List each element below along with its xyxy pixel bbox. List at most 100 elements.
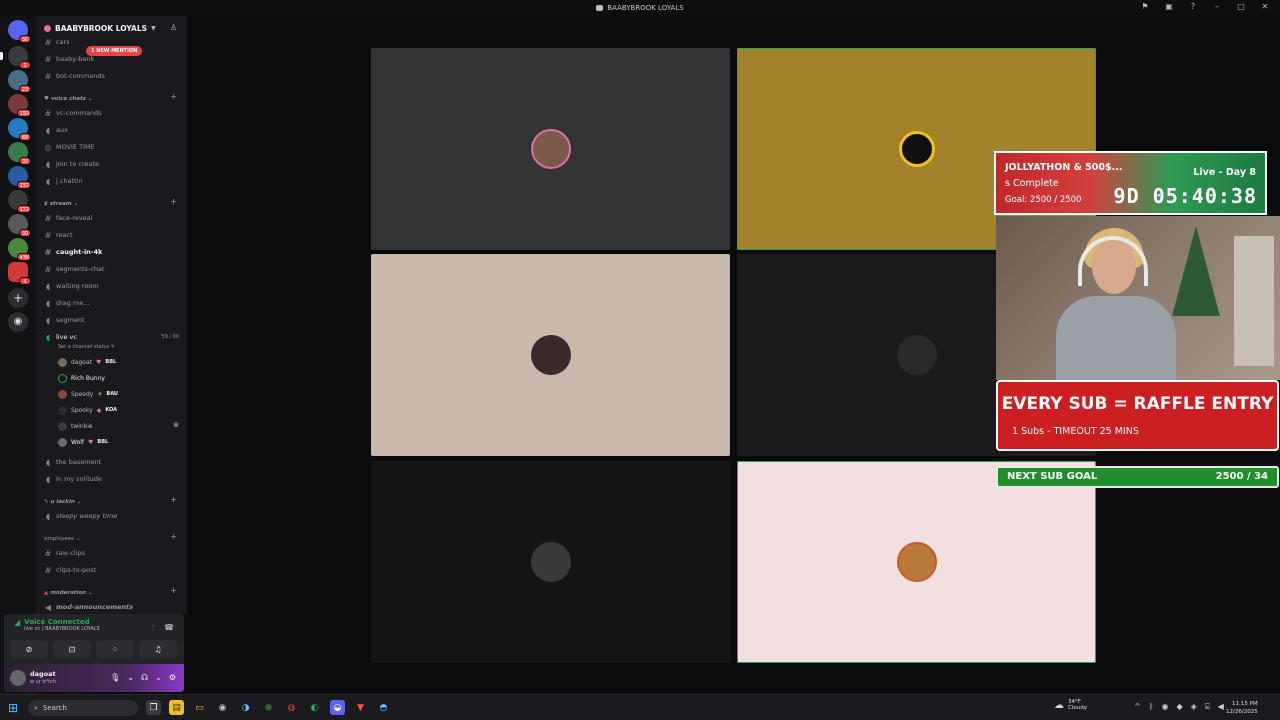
vc-member[interactable]: Spooky ◆ KOA — [58, 404, 117, 416]
brave-icon[interactable]: ▼ — [353, 700, 368, 715]
channel-drag-me[interactable]: ◖ drag me... — [44, 297, 90, 309]
bluetooth-icon[interactable]: ᛒ — [1149, 702, 1154, 712]
voice-connection-status[interactable]: ◢ Voice Connected live vc / BAABYBROOK L… — [14, 618, 100, 632]
help-icon[interactable]: ? — [1188, 2, 1198, 11]
channel-waiting-room[interactable]: ◖ waiting room — [44, 280, 99, 292]
camera-off-button[interactable]: ⊘ — [10, 640, 48, 658]
close-icon[interactable]: ✕ — [1260, 2, 1270, 11]
server-icon[interactable]: 88 — [8, 118, 31, 141]
video-tile[interactable] — [371, 461, 730, 663]
video-tile[interactable] — [737, 461, 1096, 663]
taskbar-search[interactable]: ⌕ Search — [28, 700, 138, 716]
server-icon[interactable]: 193 — [8, 94, 31, 117]
clock[interactable]: 11:15 PM 12/26/2025 — [1226, 700, 1258, 716]
server-icon[interactable]: 30 — [8, 214, 31, 237]
channel-j-chattin[interactable]: ◖ j chattin — [44, 175, 83, 187]
channel-clips-to-post[interactable]: # clips-to-post — [44, 564, 96, 576]
settings-gear-icon[interactable]: ⚙ — [169, 673, 176, 682]
channel-vc-commands[interactable]: # vc-commands — [44, 107, 102, 119]
channel-caught-in-4k[interactable]: # caught-in-4k — [44, 246, 103, 258]
nvidia-icon[interactable]: ◆ — [1177, 702, 1183, 712]
spotify-icon[interactable]: ◐ — [307, 700, 322, 715]
activities-button[interactable]: ⁘ — [96, 640, 134, 658]
server-icon[interactable]: 35 — [8, 142, 31, 165]
vc-member[interactable]: Rich Bunny — [58, 372, 105, 384]
disconnect-icon[interactable]: ☎ — [164, 623, 174, 633]
server-icon[interactable]: 23 — [8, 70, 31, 93]
screen-icon[interactable]: ▣ — [1164, 2, 1174, 11]
add-channel-icon[interactable]: + — [170, 532, 177, 541]
category-stream[interactable]: $ stream ⌄ — [44, 199, 78, 209]
steam-icon[interactable]: ◑ — [238, 700, 253, 715]
add-channel-icon[interactable]: + — [170, 586, 177, 595]
category-moderation[interactable]: ▲ moderation ⌄ — [44, 588, 93, 598]
vc-member[interactable]: twinkie — [58, 420, 93, 432]
chevron-up-icon[interactable]: ^ — [1134, 702, 1141, 712]
channel-join-to-create[interactable]: ◖ join to create — [44, 158, 99, 170]
category-voice-chats[interactable]: ♥ voice chats ⌄ — [44, 94, 93, 104]
tray-app-icon[interactable]: ◈ — [1191, 702, 1197, 712]
direct-messages-button[interactable]: 36 — [8, 20, 31, 43]
volume-icon[interactable]: ◀ — [1218, 702, 1224, 712]
channel-react[interactable]: # react — [44, 229, 73, 241]
screen-share-button[interactable]: ⊡ — [53, 640, 91, 658]
obs-icon[interactable]: ◉ — [215, 700, 230, 715]
category-employees[interactable]: employees ⌄ — [44, 534, 81, 544]
folder-icon[interactable]: ▭ — [192, 700, 207, 715]
microphone-icon[interactable]: 🎙 — [110, 673, 120, 682]
channel-cars[interactable]: # cars — [44, 36, 70, 48]
soundboard-button[interactable]: ♫ — [139, 640, 177, 658]
inbox-icon[interactable]: ⚑ — [1140, 2, 1150, 11]
xbox-icon: ⊗ — [173, 421, 179, 429]
discover-icon[interactable]: ◉ — [8, 312, 28, 332]
channel-live-vc[interactable]: ◖ live vc — [44, 331, 77, 343]
channel-aux[interactable]: ◖ aux — [44, 124, 68, 136]
steam-icon[interactable]: ◓ — [376, 700, 391, 715]
server-icon[interactable]: 1 — [8, 46, 31, 69]
avatar[interactable] — [10, 670, 26, 686]
chevron-down-icon[interactable]: ⌄ — [155, 673, 162, 682]
video-tile[interactable] — [371, 254, 730, 456]
task-view-icon[interactable]: ❐ — [146, 700, 161, 715]
server-icon[interactable]: 436 — [8, 238, 31, 261]
network-icon[interactable]: ⌸ — [1205, 702, 1210, 712]
add-server-icon[interactable]: + — [8, 288, 28, 308]
channel-baaby-bank[interactable]: # baaby-bank — [44, 53, 95, 65]
channel-mod-announcements[interactable]: ◀ mod-announcements — [44, 601, 133, 613]
vc-member[interactable]: Wolf ♥ BBL — [58, 436, 108, 448]
chevron-down-icon[interactable]: ⌄ — [127, 673, 134, 682]
server-icon[interactable]: 172 — [8, 190, 31, 213]
server-icon[interactable]: 4 — [8, 262, 31, 285]
add-channel-icon[interactable]: + — [170, 197, 177, 206]
file-explorer-icon[interactable]: ▤ — [169, 700, 184, 715]
tray-app-icon[interactable]: ◉ — [1162, 702, 1169, 712]
noise-suppression-icon[interactable]: ⫶ — [152, 623, 154, 633]
category-u-lackin[interactable]: ✎ u lackin ⌄ — [44, 497, 81, 507]
add-channel-icon[interactable]: + — [170, 92, 177, 101]
channel-status-hint[interactable]: Set a channel status ✎ — [58, 344, 115, 350]
channel-segment[interactable]: ◖ segment — [44, 314, 85, 326]
maximize-icon[interactable]: □ — [1236, 2, 1246, 11]
discord-icon[interactable]: ◒ — [330, 700, 345, 715]
add-channel-icon[interactable]: + — [170, 495, 177, 504]
xbox-icon[interactable]: ⊗ — [261, 700, 276, 715]
invite-icon[interactable]: ♙ — [170, 23, 177, 32]
new-mention-badge[interactable]: 1 NEW MENTION — [86, 46, 143, 56]
channel-raw-clips[interactable]: # raw-clips — [44, 547, 85, 559]
minimize-icon[interactable]: – — [1212, 2, 1222, 11]
channel-movie-time[interactable]: ◎ MOVIE TIME — [44, 141, 95, 153]
channel-face-reveal[interactable]: # face-reveal — [44, 212, 93, 224]
video-tile[interactable] — [371, 48, 730, 250]
channel-sleepy-weepy-time[interactable]: ◖ sleepy weepy time — [44, 510, 117, 522]
headphones-icon[interactable]: ☊ — [141, 673, 148, 682]
windows-start-icon[interactable]: ⊞ — [8, 701, 18, 715]
vc-member[interactable]: dagoat ♥ BBL — [58, 356, 116, 368]
weather-widget[interactable]: ☁ 34°F Cloudy — [1054, 699, 1087, 711]
chrome-icon[interactable]: ◍ — [284, 700, 299, 715]
channel-bot-commands[interactable]: # bot-commands — [44, 70, 105, 82]
channel-the-basement[interactable]: ◖ the basement — [44, 456, 101, 468]
channel-in-my-solitude[interactable]: ◖ in my solitude — [44, 473, 102, 485]
vc-member[interactable]: Speedy ✈ BAU — [58, 388, 118, 400]
channel-segments-chat[interactable]: # segments-chat — [44, 263, 105, 275]
server-icon[interactable]: 237 — [8, 166, 31, 189]
